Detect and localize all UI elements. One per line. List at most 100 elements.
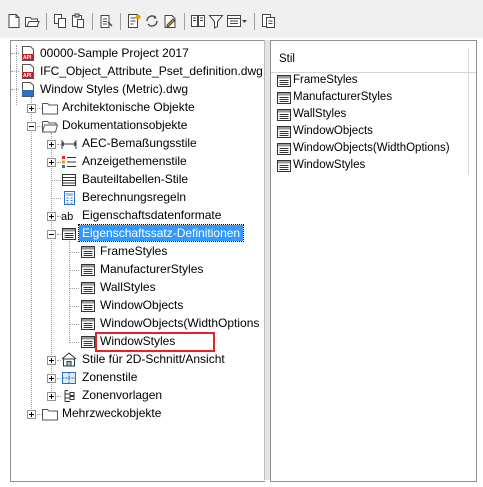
property-set-icon xyxy=(80,263,96,277)
tree-item-label: Berechnungsregeln xyxy=(82,190,187,204)
property-set-icon xyxy=(80,335,96,349)
tree-item[interactable]: Window Styles (Metric).dwg xyxy=(11,81,265,99)
list-item[interactable]: WindowStyles xyxy=(271,158,476,175)
tree-item-label: FrameStyles xyxy=(100,244,168,258)
list-item-label: WallStyles xyxy=(293,108,347,120)
property-set-icon xyxy=(277,143,291,155)
list-item[interactable]: ManufacturerStyles xyxy=(271,90,476,107)
tree-item[interactable]: API 00000-Sample Project 2017 xyxy=(11,45,265,63)
style-list[interactable]: Stil FrameStyles ManufacturerStyles Wall… xyxy=(270,40,477,482)
column-header-label: Stil xyxy=(279,53,295,65)
tree-item-label: Dokumentationsobjekte xyxy=(62,118,188,132)
column-header-stil[interactable]: Stil xyxy=(271,48,469,72)
highlight-frame xyxy=(95,332,215,352)
expand-toggle[interactable] xyxy=(47,212,56,221)
drop-down-icon[interactable] xyxy=(241,13,249,29)
paste-icon[interactable] xyxy=(70,13,86,29)
folder-open-icon xyxy=(42,119,58,133)
dwg-red-icon: API xyxy=(21,46,35,61)
expand-toggle[interactable] xyxy=(47,356,56,365)
tree-item-label: Zonenvorlagen xyxy=(82,388,163,402)
style-tree[interactable]: API 00000-Sample Project 2017 API IFC_Ob… xyxy=(10,40,265,482)
tree-item[interactable]: WindowObjects xyxy=(11,297,265,315)
export-icon[interactable] xyxy=(260,13,276,29)
tree-item[interactable]: Zonenvorlagen xyxy=(11,387,265,405)
toolbar xyxy=(0,0,483,38)
tree-item-label: WindowObjects xyxy=(100,298,184,312)
data-format-icon: ab xyxy=(61,209,79,223)
tree-item[interactable]: Mehrzweckobjekte xyxy=(11,405,265,423)
svg-text:ab: ab xyxy=(61,211,73,223)
list-item-label: WindowObjects xyxy=(293,125,373,137)
edit-icon[interactable] xyxy=(162,13,178,29)
tree-item[interactable]: ab Eigenschaftsdatenformate xyxy=(11,207,265,225)
tree-item-label: ManufacturerStyles xyxy=(100,262,204,276)
list-header: Stil xyxy=(271,48,476,73)
open-folder-icon[interactable] xyxy=(24,13,40,29)
zone-style-icon xyxy=(61,371,77,385)
filter-funnel-icon[interactable] xyxy=(208,13,224,29)
expand-toggle[interactable] xyxy=(27,104,36,113)
list-item[interactable]: WindowObjects(WidthOptions) xyxy=(271,141,476,158)
folder-icon xyxy=(42,101,58,115)
property-set-icon xyxy=(277,126,291,138)
dwg-red-icon: API xyxy=(21,64,35,79)
property-set-icon xyxy=(277,92,291,104)
tree-item-label: Eigenschaftsdatenformate xyxy=(82,208,222,222)
expand-toggle[interactable] xyxy=(47,374,56,383)
tree-item-label: Bauteiltabellen-Stile xyxy=(82,172,189,186)
collapse-toggle[interactable] xyxy=(47,230,56,239)
tree-item[interactable]: Bauteiltabellen-Stile xyxy=(11,171,265,189)
expand-toggle[interactable] xyxy=(47,140,56,149)
property-set-icon xyxy=(277,160,291,172)
property-set-icon xyxy=(80,317,96,331)
tree-item-label: Window Styles (Metric).dwg xyxy=(40,82,189,96)
tree-item[interactable]: Stile für 2D-Schnitt/Ansicht xyxy=(11,351,265,369)
tree-item[interactable]: Architektonische Objekte xyxy=(11,99,265,117)
table-icon xyxy=(61,173,77,187)
svg-text:API: API xyxy=(23,73,32,79)
tree-item[interactable]: Eigenschaftssatz-Definitionen xyxy=(11,224,265,243)
dwg-blue-icon xyxy=(21,82,35,97)
list-item[interactable]: WindowObjects xyxy=(271,124,476,141)
expand-toggle[interactable] xyxy=(27,410,36,419)
tree-item-label: Stile für 2D-Schnitt/Ansicht xyxy=(82,352,225,366)
refresh-icon[interactable] xyxy=(144,13,160,29)
display-theme-icon xyxy=(61,155,77,169)
expand-toggle[interactable] xyxy=(47,158,56,167)
tree-item[interactable]: WindowObjects(WidthOptions xyxy=(11,315,265,333)
tree-item-label: Zonenstile xyxy=(82,370,138,384)
new-document-icon[interactable] xyxy=(6,13,22,29)
tree-item[interactable]: API IFC_Object_Attribute_Pset_definition… xyxy=(11,63,265,81)
property-set-icon xyxy=(277,75,291,87)
list-item[interactable]: WallStyles xyxy=(271,107,476,124)
list-item-label: WindowStyles xyxy=(293,159,366,171)
section-2d-icon xyxy=(61,352,77,367)
tree-item[interactable]: Berechnungsregeln xyxy=(11,189,265,207)
purge-icon[interactable] xyxy=(98,13,114,29)
view-options-icon[interactable] xyxy=(226,13,242,29)
property-set-icon xyxy=(80,281,96,295)
list-item-label: ManufacturerStyles xyxy=(293,91,393,103)
tree-item[interactable]: AEC-Bemaßungsstile xyxy=(11,135,265,153)
property-set-icon xyxy=(61,227,77,241)
tree-item[interactable]: WallStyles xyxy=(11,279,265,297)
tree-item-label: Mehrzweckobjekte xyxy=(62,406,162,420)
tree-item-label: 00000-Sample Project 2017 xyxy=(40,46,189,60)
tree-item[interactable]: Zonenstile xyxy=(11,369,265,387)
dimension-icon xyxy=(61,137,77,151)
property-set-icon xyxy=(277,109,291,121)
calc-rule-icon xyxy=(61,191,77,205)
tree-item[interactable]: Anzeigethemenstile xyxy=(11,153,265,171)
tree-item[interactable]: ManufacturerStyles xyxy=(11,261,265,279)
list-item[interactable]: FrameStyles xyxy=(271,73,476,90)
tree-item[interactable]: FrameStyles xyxy=(11,243,265,261)
expand-toggle[interactable] xyxy=(47,392,56,401)
filter-icon[interactable] xyxy=(190,13,206,29)
collapse-toggle[interactable] xyxy=(27,122,36,131)
tree-item[interactable]: Dokumentationsobjekte xyxy=(11,117,265,135)
properties-icon[interactable] xyxy=(126,13,142,29)
list-item-label: FrameStyles xyxy=(293,74,358,86)
tree-item-label: Anzeigethemenstile xyxy=(82,154,187,168)
copy-icon[interactable] xyxy=(52,13,68,29)
